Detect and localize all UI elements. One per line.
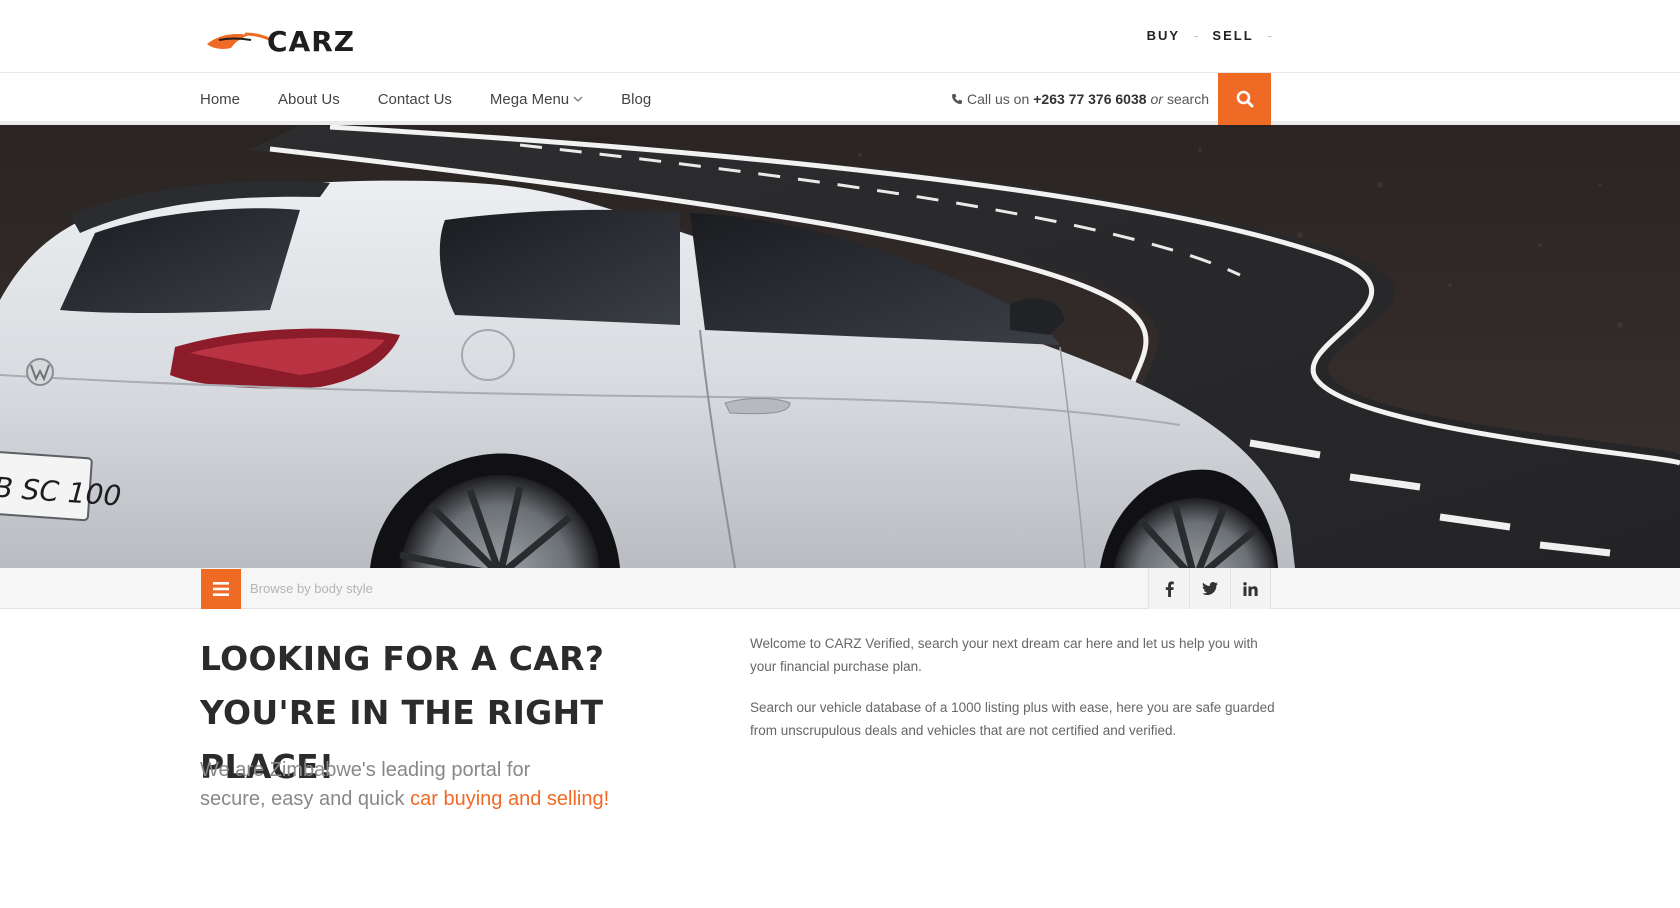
logo-swoosh-icon bbox=[207, 32, 272, 49]
separator: - bbox=[1267, 28, 1272, 43]
intro-text: Welcome to CARZ Verified, search your ne… bbox=[750, 632, 1280, 760]
phone-number[interactable]: +263 77 376 6038 bbox=[1033, 91, 1146, 107]
twitter-link[interactable] bbox=[1189, 568, 1230, 609]
main-navbar: Home About Us Contact Us Mega Menu Blog … bbox=[0, 73, 1680, 125]
facebook-icon bbox=[1165, 581, 1174, 597]
hamburger-icon bbox=[213, 582, 229, 596]
search-icon bbox=[1236, 90, 1253, 108]
main-nav: Home About Us Contact Us Mega Menu Blog bbox=[200, 73, 651, 125]
nav-mega-menu[interactable]: Mega Menu bbox=[490, 91, 583, 108]
browse-menu-button[interactable] bbox=[201, 569, 241, 609]
top-header: CARZ BUY - SELL - bbox=[0, 0, 1680, 73]
sell-link[interactable]: SELL bbox=[1212, 28, 1253, 43]
nav-home[interactable]: Home bbox=[200, 91, 240, 108]
social-links bbox=[1148, 568, 1271, 609]
buy-link[interactable]: BUY bbox=[1147, 28, 1180, 43]
logo-text: CARZ bbox=[267, 24, 356, 58]
tagline-accent: car buying and selling! bbox=[410, 788, 610, 810]
browse-by-body-style-label[interactable]: Browse by body style bbox=[250, 581, 373, 596]
separator: - bbox=[1194, 28, 1199, 43]
nav-contact-us[interactable]: Contact Us bbox=[378, 91, 452, 108]
hero-banner: B SC 100 bbox=[0, 125, 1680, 568]
site-logo[interactable]: CARZ bbox=[205, 24, 375, 58]
tagline-line-2: secure, easy and quick bbox=[200, 788, 405, 810]
facebook-link[interactable] bbox=[1148, 568, 1189, 609]
search-button[interactable] bbox=[1218, 73, 1271, 125]
linkedin-link[interactable] bbox=[1230, 568, 1271, 609]
call-info: Call us on +263 77 376 6038 or search bbox=[951, 73, 1209, 125]
nav-mega-menu-label: Mega Menu bbox=[489, 90, 570, 108]
nav-blog[interactable]: Blog bbox=[621, 91, 651, 108]
intro-paragraph-2: Search our vehicle database of a 1000 li… bbox=[750, 700, 1275, 738]
chevron-down-icon bbox=[573, 96, 583, 102]
call-prefix: Call us on bbox=[966, 91, 1030, 107]
or-text: or bbox=[1150, 91, 1163, 107]
headline-line-1: LOOKING FOR A CAR? bbox=[200, 639, 605, 678]
browse-bar: Browse by body style bbox=[0, 568, 1680, 609]
buy-sell-links: BUY - SELL - bbox=[1147, 28, 1272, 43]
linkedin-icon bbox=[1243, 581, 1258, 596]
hero-car-image: B SC 100 bbox=[0, 125, 1680, 568]
phone-icon bbox=[951, 94, 962, 104]
tagline: We are Zimbabwe's leading portal for sec… bbox=[200, 756, 700, 814]
search-text: search bbox=[1166, 91, 1209, 107]
intro-paragraph-1: Welcome to CARZ Verified, search your ne… bbox=[750, 636, 1258, 674]
nav-about-us[interactable]: About Us bbox=[278, 91, 340, 108]
tagline-line-1: We are Zimbabwe's leading portal for bbox=[200, 759, 531, 781]
twitter-icon bbox=[1202, 582, 1218, 595]
